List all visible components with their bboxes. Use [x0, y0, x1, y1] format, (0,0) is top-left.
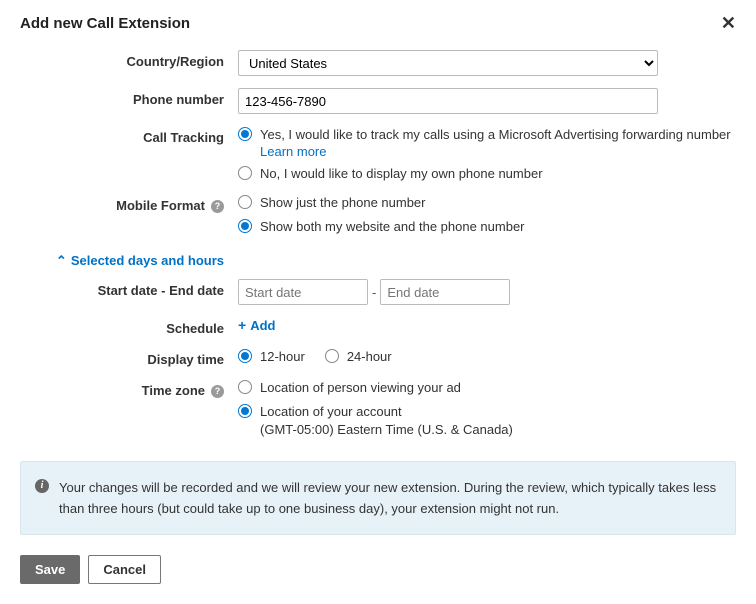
save-button[interactable]: Save [20, 555, 80, 584]
collapse-toggle-label: Selected days and hours [71, 253, 224, 268]
mobile-format-both-radio[interactable] [238, 219, 252, 233]
display-time-24-text: 24-hour [347, 348, 392, 366]
display-time-12-radio[interactable] [238, 349, 252, 363]
time-zone-label: Time zone [142, 383, 205, 398]
info-box: i Your changes will be recorded and we w… [20, 461, 736, 535]
country-select[interactable]: United States [238, 50, 658, 76]
date-separator: - [372, 285, 376, 300]
mobile-format-label: Mobile Format [116, 198, 205, 213]
call-tracking-no-text: No, I would like to display my own phone… [260, 165, 543, 183]
country-label: Country/Region [20, 50, 238, 69]
close-icon[interactable]: ✕ [721, 14, 736, 32]
schedule-add-button[interactable]: + Add [238, 317, 275, 333]
time-zone-account-radio[interactable] [238, 404, 252, 418]
mobile-format-phone-only-radio[interactable] [238, 195, 252, 209]
collapse-toggle[interactable]: ⌃ Selected days and hours [20, 253, 238, 269]
start-date-input[interactable] [238, 279, 368, 305]
help-icon[interactable]: ? [211, 200, 224, 213]
schedule-add-text: Add [250, 318, 275, 333]
info-icon: i [35, 479, 49, 493]
time-zone-viewer-radio[interactable] [238, 380, 252, 394]
schedule-label: Schedule [20, 317, 238, 336]
page-title: Add new Call Extension [20, 15, 190, 32]
call-tracking-label: Call Tracking [20, 126, 238, 145]
display-time-24-radio[interactable] [325, 349, 339, 363]
help-icon[interactable]: ? [211, 385, 224, 398]
end-date-input[interactable] [380, 279, 510, 305]
cancel-button[interactable]: Cancel [88, 555, 161, 584]
learn-more-link[interactable]: Learn more [260, 144, 731, 159]
chevron-up-icon: ⌃ [56, 253, 67, 269]
phone-label: Phone number [20, 88, 238, 107]
time-zone-account-text: Location of your account [260, 403, 513, 421]
mobile-format-both-text: Show both my website and the phone numbe… [260, 218, 525, 236]
plus-icon: + [238, 317, 246, 333]
call-tracking-yes-radio[interactable] [238, 127, 252, 141]
time-zone-account-detail: (GMT-05:00) Eastern Time (U.S. & Canada) [260, 422, 513, 437]
display-time-12-text: 12-hour [260, 348, 305, 366]
call-tracking-no-radio[interactable] [238, 166, 252, 180]
mobile-format-phone-only-text: Show just the phone number [260, 194, 426, 212]
display-time-label: Display time [20, 348, 238, 367]
info-text: Your changes will be recorded and we wil… [59, 478, 721, 520]
date-range-label: Start date - End date [20, 279, 238, 298]
phone-input[interactable] [238, 88, 658, 114]
time-zone-viewer-text: Location of person viewing your ad [260, 379, 461, 397]
call-tracking-yes-text: Yes, I would like to track my calls usin… [260, 126, 731, 144]
